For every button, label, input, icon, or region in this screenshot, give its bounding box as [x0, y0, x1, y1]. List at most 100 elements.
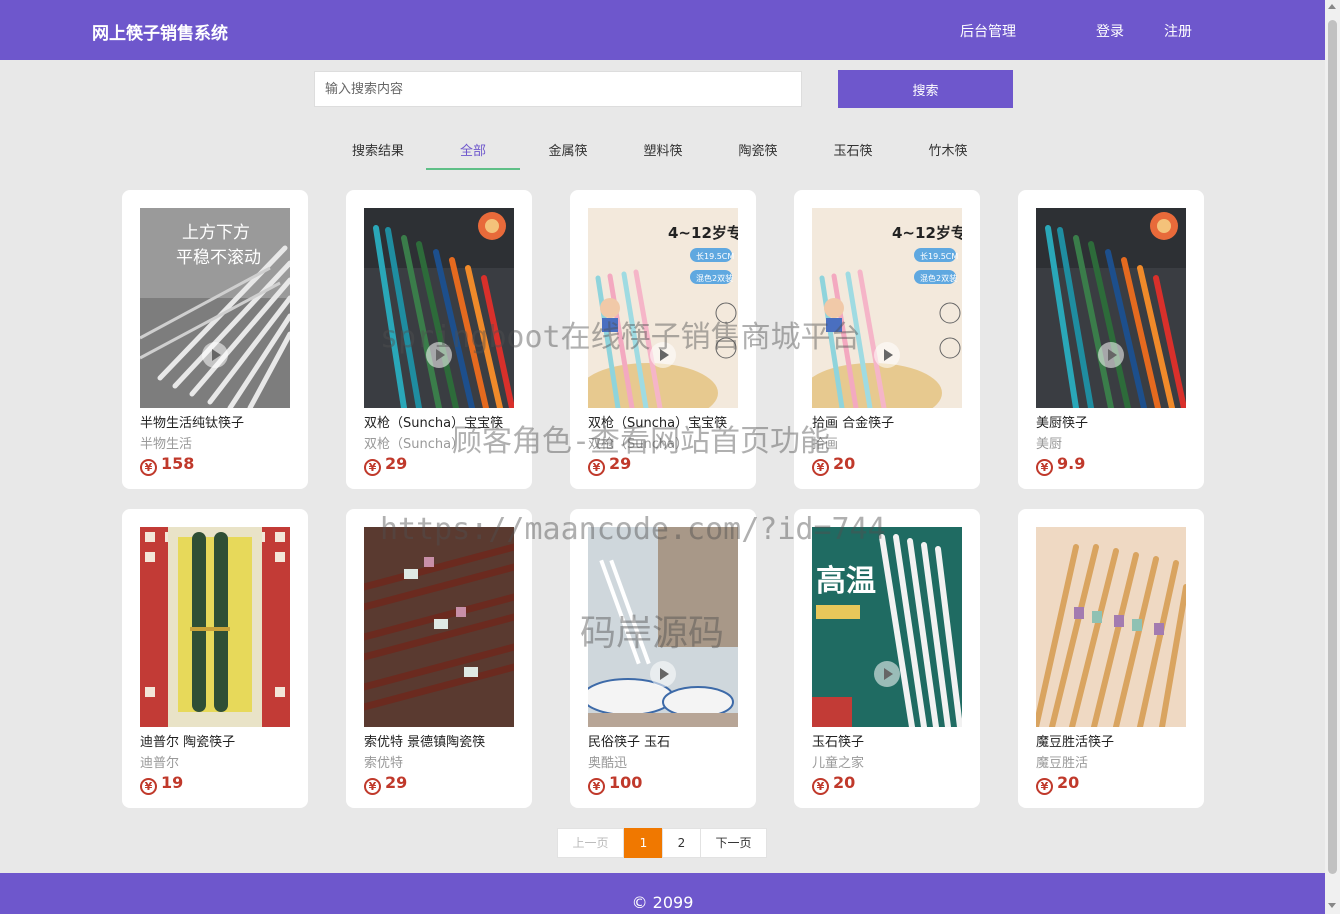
tab-ceramic[interactable]: 陶瓷筷 — [711, 140, 805, 170]
product-price: ¥20 — [1036, 773, 1079, 795]
admin-link[interactable]: 后台管理 — [960, 21, 1016, 41]
yen-icon: ¥ — [364, 778, 381, 795]
product-name: 玉石筷子 — [812, 735, 865, 750]
product-card[interactable]: 美厨筷子 美厨 ¥9.9 — [1018, 190, 1204, 489]
tab-jade[interactable]: 玉石筷 — [806, 140, 900, 170]
product-card[interactable]: 高温 玉石筷子 儿童之家 ¥20 — [794, 509, 980, 808]
pagination-next-button[interactable]: 下一页 — [700, 828, 767, 858]
product-brand: 双枪（Suncha） — [364, 437, 465, 452]
product-card[interactable]: 4~12岁专用 长19.5CM 混色2双装 拾画 合金筷子 拾画 ¥20 — [794, 190, 980, 489]
svg-text:长19.5CM: 长19.5CM — [920, 251, 958, 261]
play-icon[interactable] — [1098, 342, 1124, 368]
product-image[interactable]: 4~12岁专用 长19.5CM 混色2双装 — [588, 208, 738, 408]
product-image[interactable] — [140, 527, 290, 727]
svg-text:混色2双装: 混色2双装 — [920, 273, 957, 283]
svg-text:4~12岁专用: 4~12岁专用 — [668, 224, 738, 242]
yen-icon: ¥ — [588, 778, 605, 795]
product-image[interactable] — [1036, 527, 1186, 727]
play-icon[interactable] — [426, 342, 452, 368]
product-name: 美厨筷子 — [1036, 416, 1089, 431]
product-brand: 半物生活 — [140, 437, 193, 452]
yen-icon: ¥ — [1036, 778, 1053, 795]
play-icon[interactable] — [874, 661, 900, 687]
product-name: 双枪（Suncha）宝宝筷 — [364, 416, 504, 431]
product-price: ¥9.9 — [1036, 454, 1085, 476]
tab-bamboo-wood[interactable]: 竹木筷 — [901, 140, 995, 170]
product-name: 民俗筷子 玉石 — [588, 735, 671, 750]
product-price: ¥29 — [364, 773, 407, 795]
product-name: 半物生活纯钛筷子 — [140, 416, 245, 431]
product-brand: 双枪（Suncha） — [588, 437, 689, 452]
yen-icon: ¥ — [1036, 459, 1053, 476]
product-image[interactable]: 上方下方 平稳不滚动 — [140, 208, 290, 408]
pagination-page-1[interactable]: 1 — [624, 828, 663, 858]
product-card[interactable]: 双枪（Suncha）宝宝筷 双枪（Suncha） ¥29 — [346, 190, 532, 489]
product-price: ¥20 — [812, 773, 855, 795]
product-brand: 迪普尔 — [140, 756, 180, 771]
yen-icon: ¥ — [812, 778, 829, 795]
product-brand: 拾画 — [812, 437, 839, 452]
svg-text:高温: 高温 — [816, 564, 876, 599]
svg-text:混色2双装: 混色2双装 — [696, 273, 733, 283]
product-card[interactable]: 索优特 景德镇陶瓷筷 索优特 ¥29 — [346, 509, 532, 808]
product-image[interactable]: 4~12岁专用 长19.5CM 混色2双装 — [812, 208, 962, 408]
yen-icon: ¥ — [812, 459, 829, 476]
search-button[interactable]: 搜索 — [838, 70, 1013, 108]
product-brand: 儿童之家 — [812, 756, 865, 771]
yen-icon: ¥ — [588, 459, 605, 476]
product-brand: 美厨 — [1036, 437, 1063, 452]
tab-plastic[interactable]: 塑料筷 — [616, 140, 710, 170]
product-price: ¥20 — [812, 454, 855, 476]
play-icon[interactable] — [202, 342, 228, 368]
scroll-down-arrow-icon[interactable] — [1328, 903, 1336, 908]
product-image[interactable] — [1036, 208, 1186, 408]
svg-text:上方下方: 上方下方 — [182, 223, 250, 243]
register-link[interactable]: 注册 — [1164, 21, 1192, 41]
site-title: 网上筷子销售系统 — [92, 24, 228, 44]
product-card[interactable]: 迪普尔 陶瓷筷子 迪普尔 ¥19 — [122, 509, 308, 808]
svg-text:4~12岁专用: 4~12岁专用 — [892, 224, 962, 242]
product-name: 拾画 合金筷子 — [812, 416, 895, 431]
product-name: 迪普尔 陶瓷筷子 — [140, 735, 236, 750]
footer: © 2099 — [0, 873, 1325, 914]
product-price: ¥29 — [588, 454, 631, 476]
pagination-page-2[interactable]: 2 — [662, 828, 701, 858]
product-image[interactable] — [588, 527, 738, 727]
yen-icon: ¥ — [140, 459, 157, 476]
play-icon[interactable] — [650, 342, 676, 368]
svg-text:长19.5CM: 长19.5CM — [696, 251, 734, 261]
product-image[interactable]: 高温 — [812, 527, 962, 727]
login-link[interactable]: 登录 — [1096, 21, 1124, 41]
scroll-up-arrow-icon[interactable] — [1328, 4, 1336, 9]
product-name: 魔豆胜活筷子 — [1036, 735, 1115, 750]
product-card[interactable]: 民俗筷子 玉石 奥酷迅 ¥100 — [570, 509, 756, 808]
product-image[interactable] — [364, 527, 514, 727]
product-card[interactable]: 上方下方 平稳不滚动 半物生活纯钛筷子 半物生活 ¥158 — [122, 190, 308, 489]
product-image[interactable] — [364, 208, 514, 408]
product-brand: 奥酷迅 — [588, 756, 628, 771]
play-icon[interactable] — [650, 661, 676, 687]
tab-search-results[interactable]: 搜索结果 — [331, 140, 425, 170]
tab-all[interactable]: 全部 — [426, 140, 520, 170]
page-scrollbar[interactable] — [1325, 0, 1340, 914]
product-price: ¥29 — [364, 454, 407, 476]
pagination-prev-button[interactable]: 上一页 — [557, 828, 624, 858]
product-card[interactable]: 4~12岁专用 长19.5CM 混色2双装 双枪（Suncha）宝宝筷 双枪（S… — [570, 190, 756, 489]
svg-text:平稳不滚动: 平稳不滚动 — [176, 248, 261, 268]
product-price: ¥19 — [140, 773, 183, 795]
search-input[interactable] — [314, 71, 802, 107]
top-nav-bar: 网上筷子销售系统 后台管理 登录 注册 — [0, 0, 1325, 60]
product-brand: 魔豆胜活 — [1036, 756, 1089, 771]
product-name: 索优特 景德镇陶瓷筷 — [364, 735, 486, 750]
product-price: ¥100 — [588, 773, 642, 795]
yen-icon: ¥ — [140, 778, 157, 795]
play-icon[interactable] — [874, 342, 900, 368]
product-price: ¥158 — [140, 454, 194, 476]
product-card[interactable]: 魔豆胜活筷子 魔豆胜活 ¥20 — [1018, 509, 1204, 808]
yen-icon: ¥ — [364, 459, 381, 476]
product-name: 双枪（Suncha）宝宝筷 — [588, 416, 728, 431]
product-brand: 索优特 — [364, 756, 404, 771]
tab-metal[interactable]: 金属筷 — [521, 140, 615, 170]
scrollbar-thumb[interactable] — [1328, 20, 1337, 874]
copyright-text: © 2099 — [631, 893, 694, 912]
